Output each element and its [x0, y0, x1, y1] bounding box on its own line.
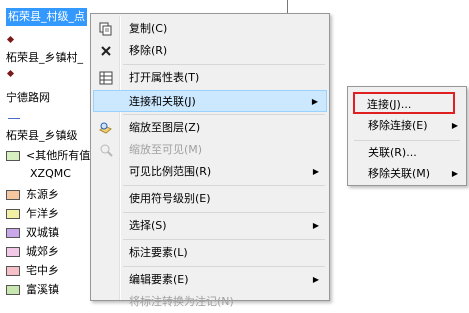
menu-item-use-symbol-levels[interactable]: 使用符号级别(E) [93, 188, 327, 210]
menu-item-zoom-to-visible[interactable]: 缩放至可见(M) [93, 139, 327, 161]
line-symbol-icon [8, 118, 20, 119]
submenu-item-join[interactable]: 连接(J)... [353, 92, 455, 114]
menu-item-convert-labels-to-annotation[interactable]: 将标注转换为注记(N) [93, 291, 327, 313]
fill-swatch-icon [6, 151, 20, 161]
submenu-arrow-icon: ▶ [312, 275, 319, 284]
menu-item-label-features[interactable]: 标注要素(L) [93, 242, 327, 264]
menu-item-visible-scale-range[interactable]: 可见比例范围(R) ▶ [93, 161, 327, 183]
menu-item-edit-features[interactable]: 编辑要素(E) ▶ [93, 269, 327, 291]
fill-swatch-icon [6, 190, 20, 200]
menu-item-remove[interactable]: 移除(R) [93, 40, 327, 62]
submenu-arrow-icon: ▶ [451, 121, 458, 130]
submenu-item-relate[interactable]: 关联(R)... [350, 142, 464, 164]
submenu-item-remove-join[interactable]: 移除连接(E) ▶ [350, 115, 464, 137]
point-symbol-icon [6, 35, 15, 44]
submenu-arrow-icon: ▶ [312, 167, 319, 176]
layer-label[interactable]: 柘荣县_乡镇级 [6, 127, 78, 145]
submenu-arrow-icon: ▶ [312, 221, 319, 230]
layer-tree: 柘荣县_村级_点 柘荣县_乡镇村_ 宁德路网 柘荣县_乡镇级 <其他所有值 XZ… [0, 0, 100, 301]
fill-swatch-icon [6, 228, 20, 238]
layer-context-menu: 复制(C) 移除(R) 打开属性表(T) 连接和关联(J) ▶ 缩放至图层(Z) [90, 13, 330, 308]
fill-swatch-icon [6, 285, 20, 295]
point-symbol-icon [6, 69, 15, 78]
menu-item-selection[interactable]: 选择(S) ▶ [93, 215, 327, 237]
zoom-visible-icon [100, 144, 113, 157]
fill-swatch-icon [6, 209, 20, 219]
layer-label[interactable]: 柘荣县_乡镇村_ [6, 49, 83, 67]
close-icon [101, 46, 111, 56]
menu-item-copy[interactable]: 复制(C) [93, 18, 327, 40]
submenu-arrow-icon: ▶ [311, 97, 318, 106]
joins-relates-submenu: 连接(J)... 移除连接(E) ▶ 关联(R)... 移除关联(M) ▶ [347, 86, 467, 186]
copy-icon [99, 22, 112, 36]
layer-label[interactable]: 宁德路网 [6, 89, 50, 107]
menu-item-zoom-to-layer[interactable]: 缩放至图层(Z) [93, 117, 327, 139]
submenu-arrow-icon: ▶ [451, 169, 458, 178]
menu-item-open-attribute-table[interactable]: 打开属性表(T) [93, 67, 327, 89]
menu-item-joins-and-relates[interactable]: 连接和关联(J) ▶ [93, 90, 327, 112]
fill-swatch-icon [6, 247, 20, 257]
submenu-item-remove-relate[interactable]: 移除关联(M) ▶ [350, 163, 464, 185]
zoom-to-layer-icon [99, 122, 112, 134]
layer-label[interactable]: 柘荣县_村级_点 [6, 8, 87, 26]
table-icon [99, 71, 113, 85]
fill-swatch-icon [6, 266, 20, 276]
